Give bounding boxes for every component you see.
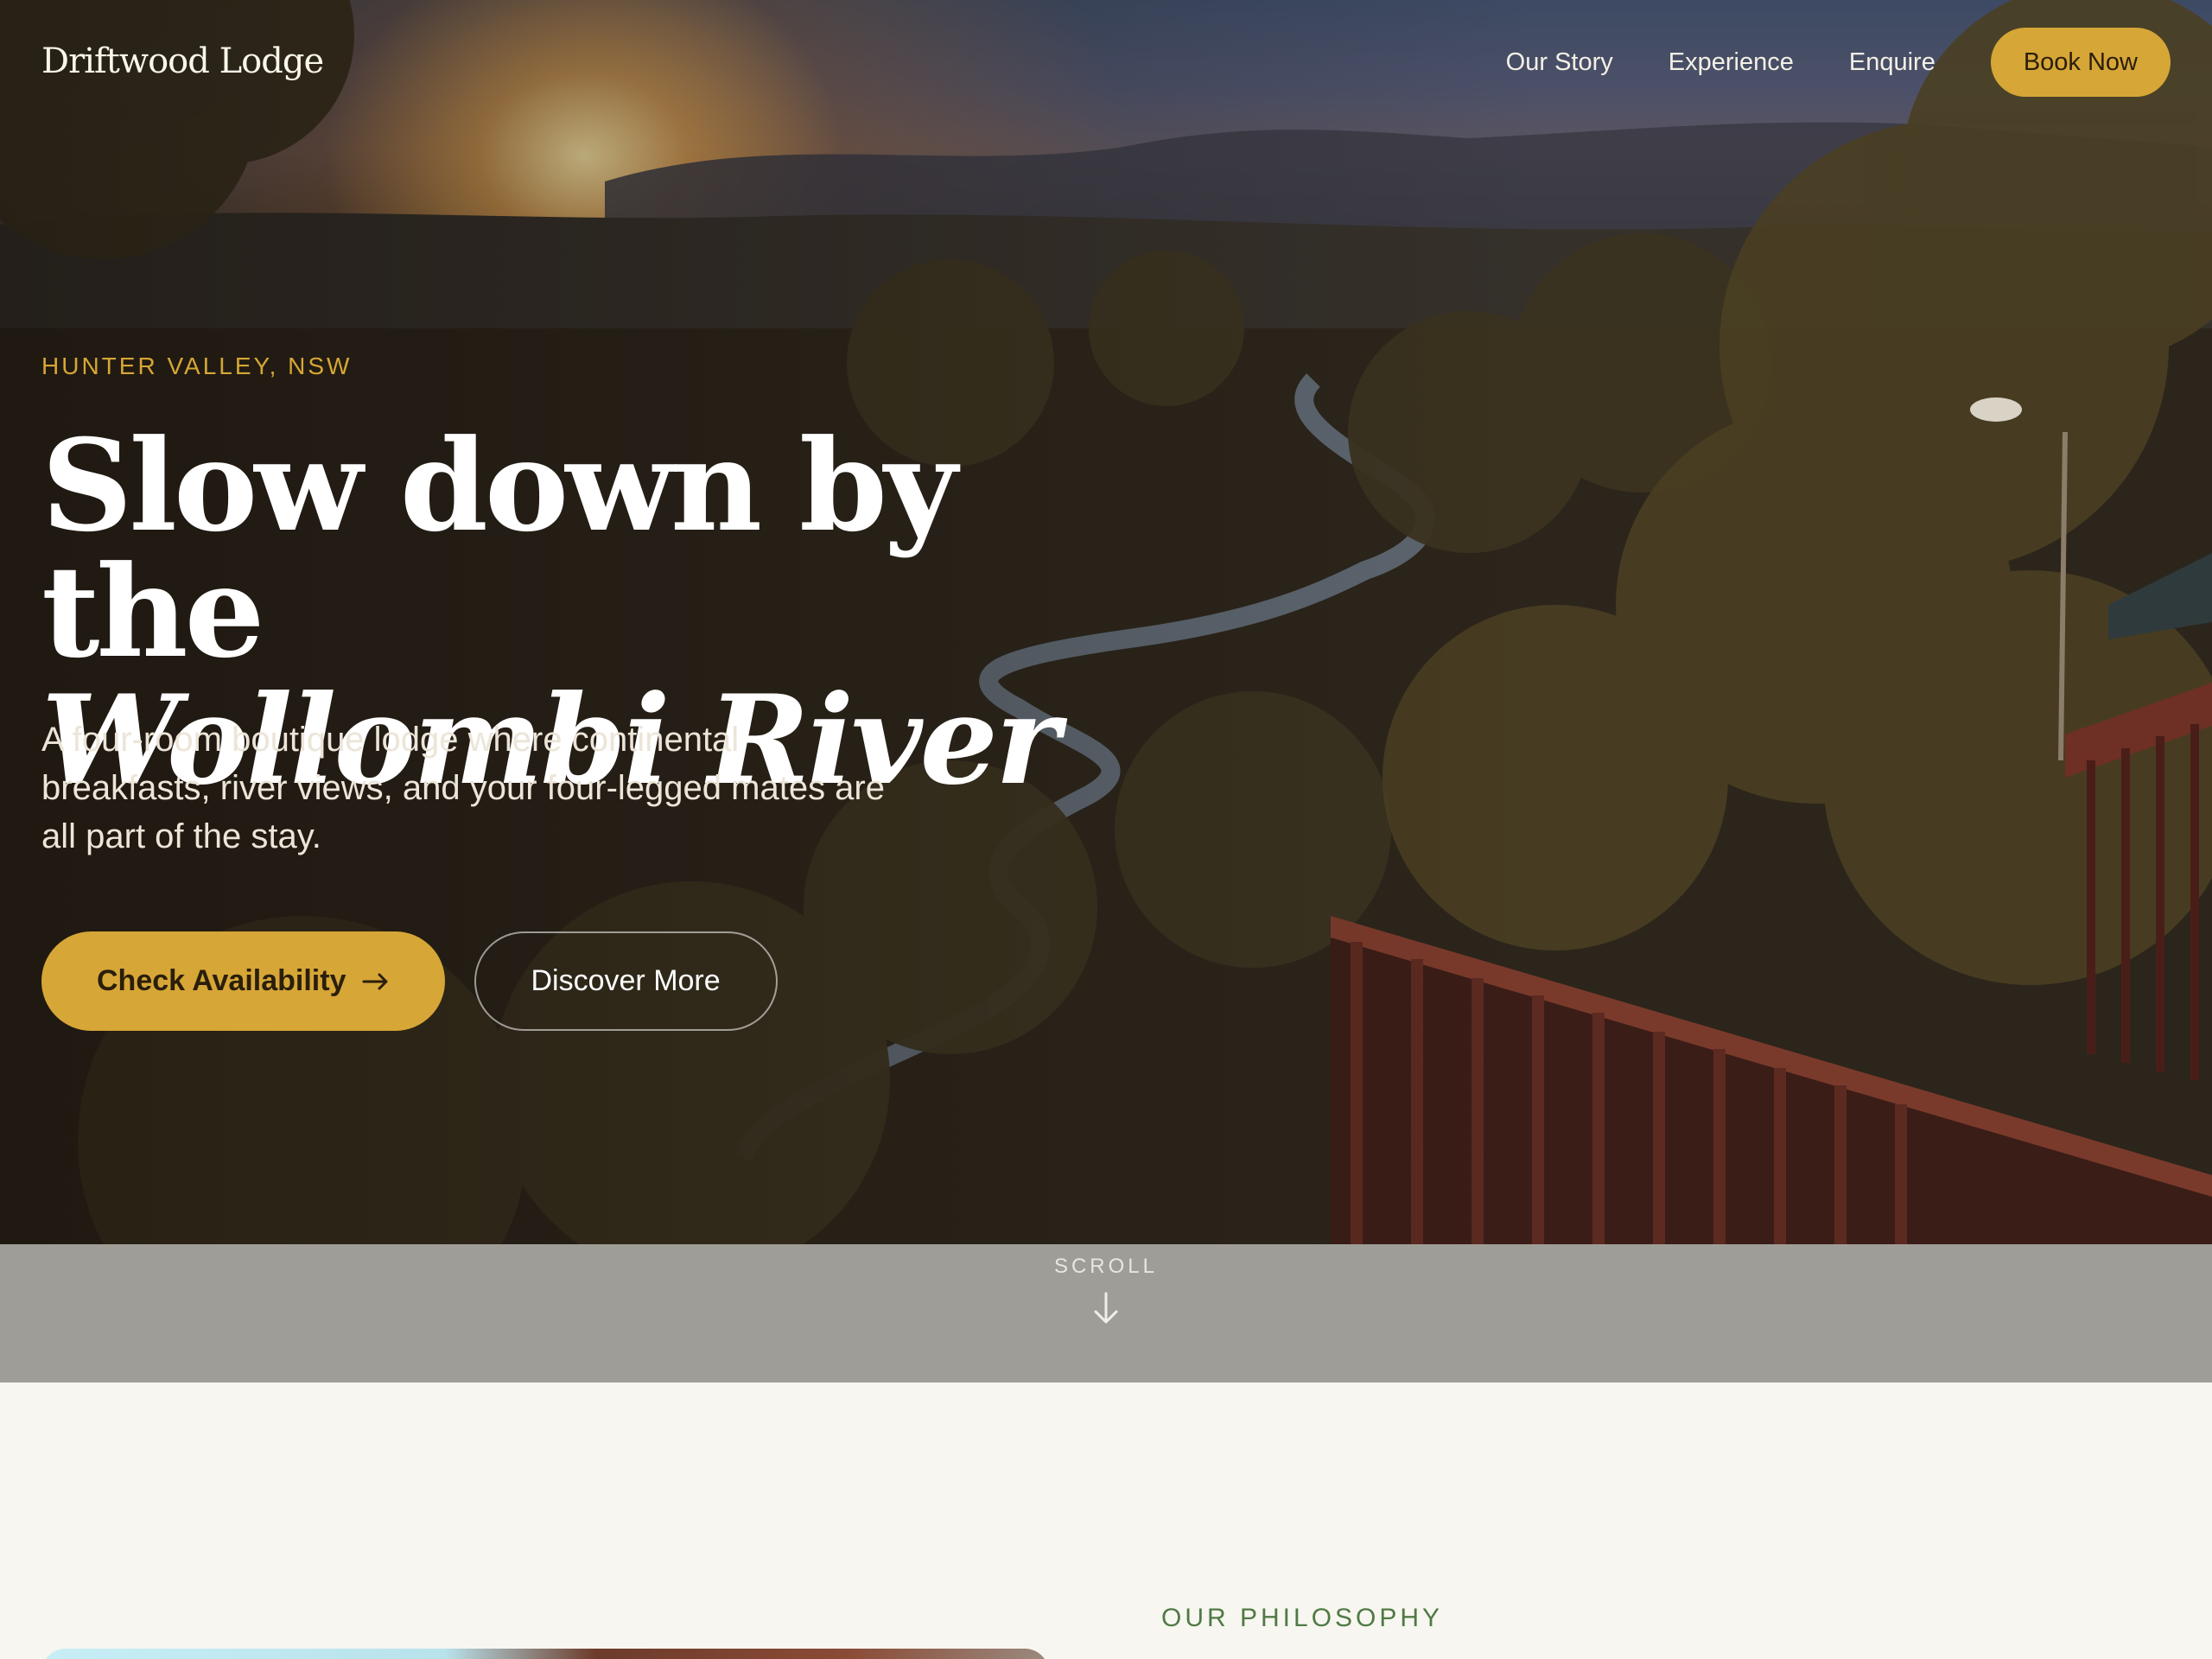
- check-availability-label: Check Availability: [97, 964, 346, 997]
- hero-section: Driftwood Lodge Our Story Experience Enq…: [0, 0, 2212, 1244]
- main-nav: Our Story Experience Enquire Book Now: [1506, 28, 2171, 97]
- philosophy-eyebrow: OUR PHILOSOPHY: [1161, 1604, 1444, 1632]
- brand-logo[interactable]: Driftwood Lodge: [41, 41, 324, 81]
- hero-cta-row: Check Availability Discover More: [41, 931, 778, 1031]
- discover-more-label: Discover More: [531, 964, 721, 997]
- headline-line-1: Slow down by the: [41, 412, 957, 686]
- check-availability-button[interactable]: Check Availability: [41, 931, 445, 1031]
- philosophy-photo: [41, 1649, 1049, 1659]
- location-eyebrow: HUNTER VALLEY, NSW: [41, 353, 353, 379]
- arrow-down-icon: [1094, 1292, 1118, 1324]
- philosophy-section: [0, 1382, 2212, 1659]
- hero-description: A four-room boutique lodge where contine…: [41, 721, 885, 855]
- scroll-label: SCROLL: [1053, 1255, 1159, 1278]
- scroll-indicator[interactable]: SCROLL: [0, 1244, 2212, 1382]
- nav-our-story[interactable]: Our Story: [1506, 48, 1613, 77]
- nav-experience[interactable]: Experience: [1669, 48, 1794, 77]
- nav-enquire[interactable]: Enquire: [1849, 48, 1936, 77]
- book-now-button[interactable]: Book Now: [1990, 28, 2171, 97]
- arrow-right-icon: [362, 973, 387, 989]
- discover-more-button[interactable]: Discover More: [474, 931, 778, 1031]
